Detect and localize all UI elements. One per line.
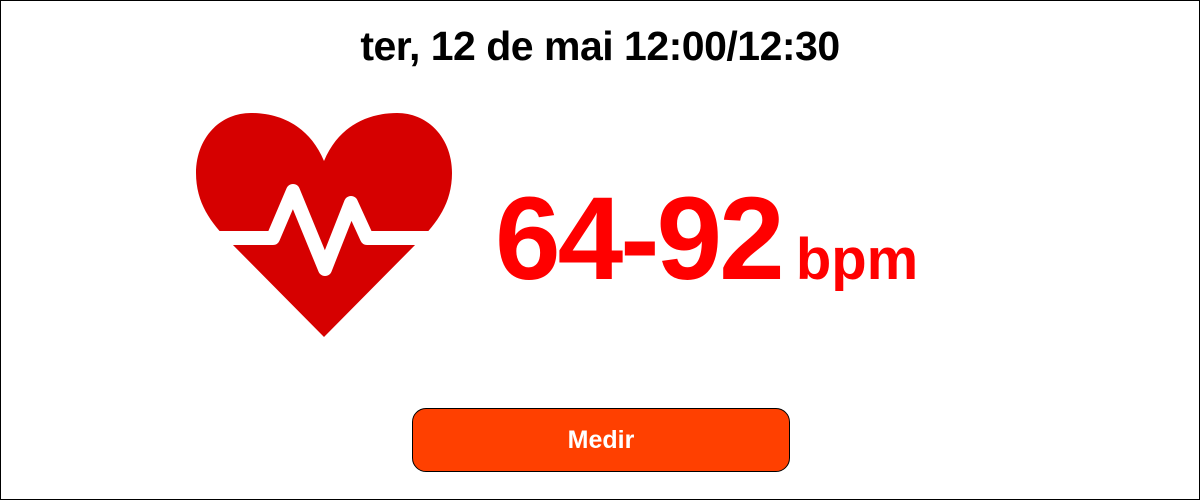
heart-pulse-icon (193, 113, 455, 337)
measure-button[interactable]: Medir (412, 408, 790, 472)
heart-rate-screen: ter, 12 de mai 12:00/12:30 64-92 bpm Medi… (0, 0, 1200, 500)
heart-rate-value: 64-92 (495, 173, 785, 305)
page-title: ter, 12 de mai 12:00/12:30 (360, 23, 840, 69)
heart-rate-reading: 64-92 bpm (495, 169, 918, 309)
heart-rate-unit: bpm (795, 227, 919, 292)
